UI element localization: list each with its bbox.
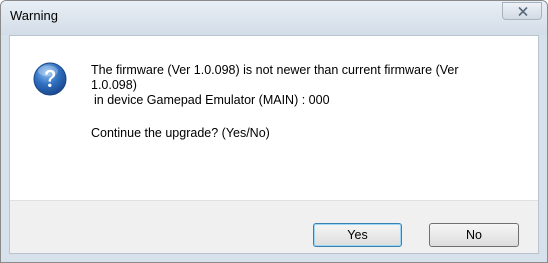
- button-bar: Yes No: [10, 200, 538, 253]
- no-button[interactable]: No: [429, 223, 519, 247]
- message-line-3: in device Gamepad Emulator (MAIN) : 000: [94, 93, 330, 107]
- message-text: The firmware (Ver 1.0.098) is not newer …: [91, 63, 531, 141]
- question-icon: [33, 62, 67, 96]
- message-line-2: 1.0.098): [91, 78, 137, 92]
- dialog-body: The firmware (Ver 1.0.098) is not newer …: [9, 35, 539, 254]
- yes-button[interactable]: Yes: [313, 223, 402, 247]
- close-icon: [518, 6, 528, 17]
- message-prompt: Continue the upgrade? (Yes/No): [91, 126, 270, 140]
- close-button[interactable]: [502, 2, 542, 20]
- dialog-title: Warning: [10, 8, 58, 23]
- title-bar[interactable]: Warning: [1, 1, 547, 35]
- message-area: The firmware (Ver 1.0.098) is not newer …: [10, 36, 538, 200]
- warning-dialog: Warning The firmware (Ver 1.0.098) is no…: [0, 0, 548, 263]
- message-line-1: The firmware (Ver 1.0.098) is not newer …: [91, 63, 459, 77]
